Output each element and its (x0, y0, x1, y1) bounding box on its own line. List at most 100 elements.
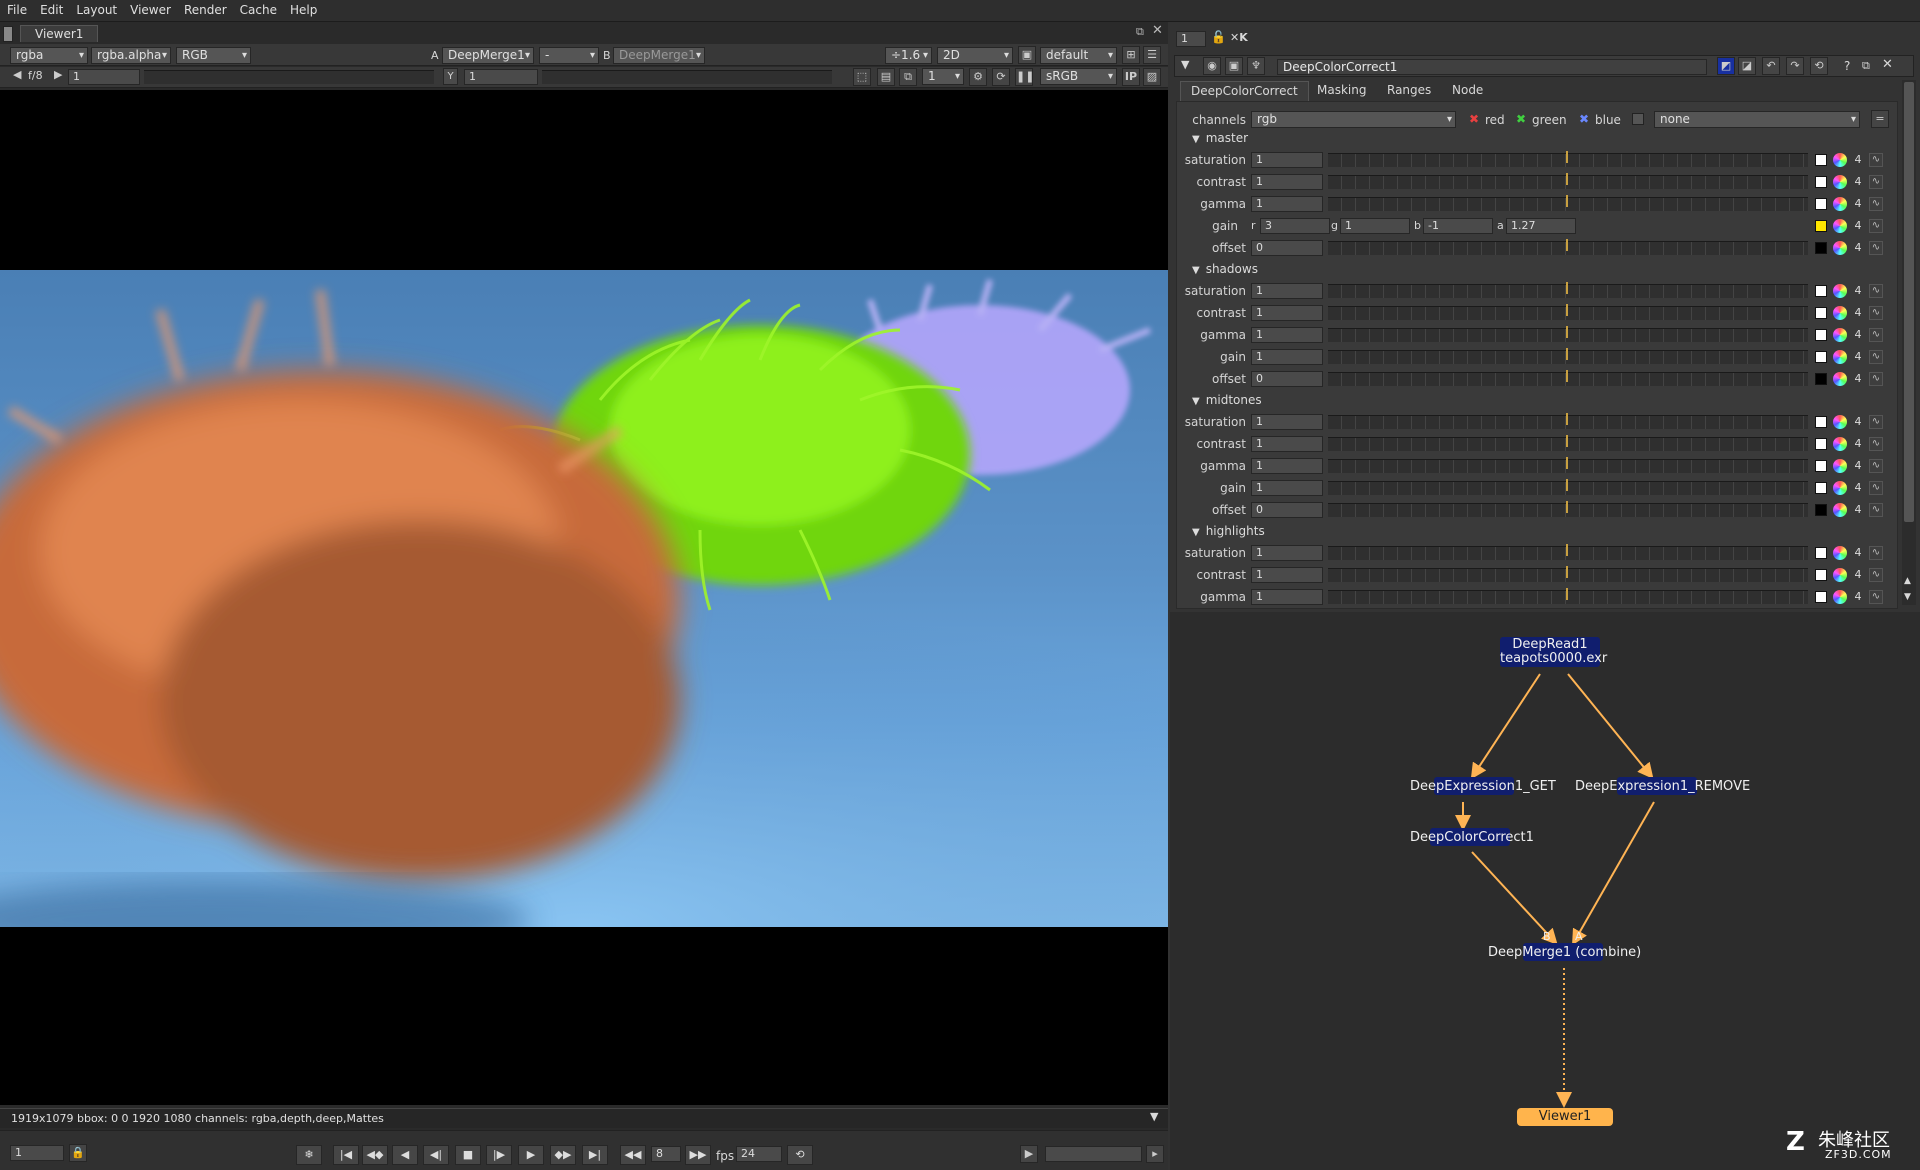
color-swatch[interactable] (1815, 176, 1827, 188)
color-wheel-icon[interactable] (1833, 546, 1847, 560)
proxy-icon[interactable]: ⧉ (899, 68, 917, 86)
camera-icon[interactable]: ▣ (1018, 46, 1036, 64)
node-name-field[interactable]: DeepColorCorrect1 (1277, 59, 1707, 75)
curve-icon[interactable]: ∿ (1869, 437, 1883, 451)
tab-node[interactable]: Node (1442, 81, 1493, 101)
knob-slider[interactable] (1328, 284, 1808, 298)
menu-viewer[interactable]: Viewer (123, 0, 177, 17)
fstop-prev-icon[interactable]: ◀ (13, 68, 21, 81)
link-channels-icon[interactable]: = (1871, 110, 1889, 128)
frame-field[interactable]: 1 (10, 1145, 64, 1161)
font-color-icon[interactable]: ◪ (1738, 57, 1756, 75)
color-wheel-icon[interactable] (1833, 175, 1847, 189)
channel-split-icon[interactable]: 4 (1852, 546, 1864, 560)
slider-handle[interactable] (1566, 151, 1568, 163)
knob-value-field[interactable]: 0 (1251, 502, 1323, 518)
settings-icon[interactable]: ☰ (1143, 46, 1161, 64)
pane-menu-button[interactable] (3, 26, 13, 42)
knob-value-field[interactable]: 1 (1251, 327, 1323, 343)
slider-handle[interactable] (1566, 544, 1568, 556)
alpha-dropdown[interactable]: rgba.alpha (91, 47, 171, 64)
knob-value-field[interactable]: 1 (1251, 196, 1323, 212)
stop-icon[interactable]: ■ (455, 1145, 481, 1165)
knob-value-field[interactable]: 1 (1251, 567, 1323, 583)
knob-slider[interactable] (1328, 175, 1808, 189)
group-toggle-icon[interactable]: ▼ (1192, 265, 1200, 276)
tab-masking[interactable]: Masking (1307, 81, 1376, 101)
first-frame-icon[interactable]: |◀ (333, 1145, 359, 1165)
wipe-icon[interactable]: ▨ (1143, 68, 1161, 86)
knob-value-field[interactable]: 1 (1251, 589, 1323, 605)
tab-viewer1[interactable]: Viewer1 (20, 25, 98, 42)
deepmerge-node[interactable]: DeepMerge1 (combine) (1488, 943, 1641, 961)
next-keyframe-icon[interactable]: ◆▶ (550, 1145, 576, 1165)
extra-channel-dropdown[interactable]: none (1654, 111, 1860, 128)
colorspace-dropdown[interactable]: sRGB (1040, 68, 1117, 85)
slider-handle[interactable] (1566, 457, 1568, 469)
merge-a-input[interactable]: A (1575, 930, 1583, 943)
knob-slider[interactable] (1328, 437, 1808, 451)
color-swatch[interactable] (1815, 482, 1827, 494)
knob-value-field[interactable]: 1 (1251, 480, 1323, 496)
properties-max-field[interactable]: 1 (1176, 31, 1206, 47)
slider-handle[interactable] (1566, 348, 1568, 360)
tab-deepcolorcorrect[interactable]: DeepColorCorrect (1180, 81, 1309, 101)
knob-slider[interactable] (1328, 197, 1808, 211)
color-swatch[interactable] (1815, 438, 1827, 450)
curve-icon[interactable]: ∿ (1869, 459, 1883, 473)
slider-handle[interactable] (1566, 326, 1568, 338)
menu-layout[interactable]: Layout (69, 0, 123, 17)
color-wheel-icon[interactable] (1833, 241, 1847, 255)
color-wheel-icon[interactable] (1833, 219, 1847, 233)
channel-split-icon[interactable]: 4 (1852, 437, 1864, 451)
channel-split-icon[interactable]: 4 (1852, 590, 1864, 604)
play-forward-icon[interactable]: |▶ (486, 1145, 512, 1165)
knob-value-field[interactable]: 1 (1251, 174, 1323, 190)
knob-value-field[interactable]: 0 (1251, 240, 1323, 256)
color-wheel-icon[interactable] (1833, 328, 1847, 342)
pause-icon[interactable]: ❚❚ (1015, 68, 1034, 86)
channel-split-icon[interactable]: 4 (1852, 175, 1864, 189)
proxy-dropdown[interactable]: 1 (922, 68, 964, 85)
lock-icon[interactable]: 🔒 (69, 1144, 87, 1162)
region-icon[interactable]: ⬚ (853, 68, 871, 86)
knob-slider[interactable] (1328, 459, 1808, 473)
slider-handle[interactable] (1566, 304, 1568, 316)
knob-value-field[interactable]: 0 (1251, 371, 1323, 387)
channel-split-icon[interactable]: 4 (1852, 350, 1864, 364)
skip-back-icon[interactable]: ◀◀ (620, 1145, 646, 1165)
channel-split-icon[interactable]: 4 (1852, 328, 1864, 342)
render-icon[interactable]: ⚙ (969, 68, 987, 86)
knob-value-field[interactable]: 1 (1251, 545, 1323, 561)
color-swatch[interactable] (1815, 154, 1827, 166)
compare-op-dropdown[interactable]: - (539, 47, 599, 64)
color-wheel-icon[interactable] (1833, 284, 1847, 298)
fps-field[interactable]: 24 (736, 1146, 782, 1162)
gain-b-field[interactable]: -1 (1423, 218, 1493, 234)
color-swatch[interactable] (1815, 460, 1827, 472)
knob-value-field[interactable]: 1 (1251, 305, 1323, 321)
slider-handle[interactable] (1566, 588, 1568, 600)
refresh-icon[interactable]: ⟳ (992, 68, 1010, 86)
prev-frame-icon[interactable]: ◀ (392, 1145, 418, 1165)
gain-a-field[interactable]: 1.27 (1506, 218, 1576, 234)
gain-r-field[interactable]: 3 (1260, 218, 1330, 234)
knob-slider[interactable] (1328, 568, 1808, 582)
flipbook-icon[interactable]: ▶ (1020, 1145, 1038, 1163)
channel-split-icon[interactable]: 4 (1852, 459, 1864, 473)
collapse-icon[interactable]: ▼ (1181, 58, 1189, 71)
guides-icon[interactable]: ▤ (877, 68, 895, 86)
expr-get-node[interactable]: DeepExpression1_GET (1410, 777, 1556, 795)
slider-handle[interactable] (1566, 413, 1568, 425)
color-swatch[interactable] (1815, 220, 1827, 232)
group-toggle-icon[interactable]: ▼ (1192, 134, 1200, 145)
menu-help[interactable]: Help (283, 0, 323, 17)
help-node-icon[interactable]: ◉ (1203, 57, 1221, 75)
channel-split-icon[interactable]: 4 (1852, 197, 1864, 211)
deepread-node[interactable]: DeepRead1 teapots0000.exr (1500, 637, 1607, 667)
node-graph[interactable]: DeepRead1 teapots0000.exr DeepExpression… (1170, 612, 1920, 1170)
scroll-down-icon[interactable]: ▼ (1904, 592, 1911, 602)
layer-dropdown[interactable]: rgba (10, 47, 88, 64)
skip-forward-icon[interactable]: ▶▶ (685, 1145, 711, 1165)
gain-field[interactable]: 1 (68, 69, 140, 85)
